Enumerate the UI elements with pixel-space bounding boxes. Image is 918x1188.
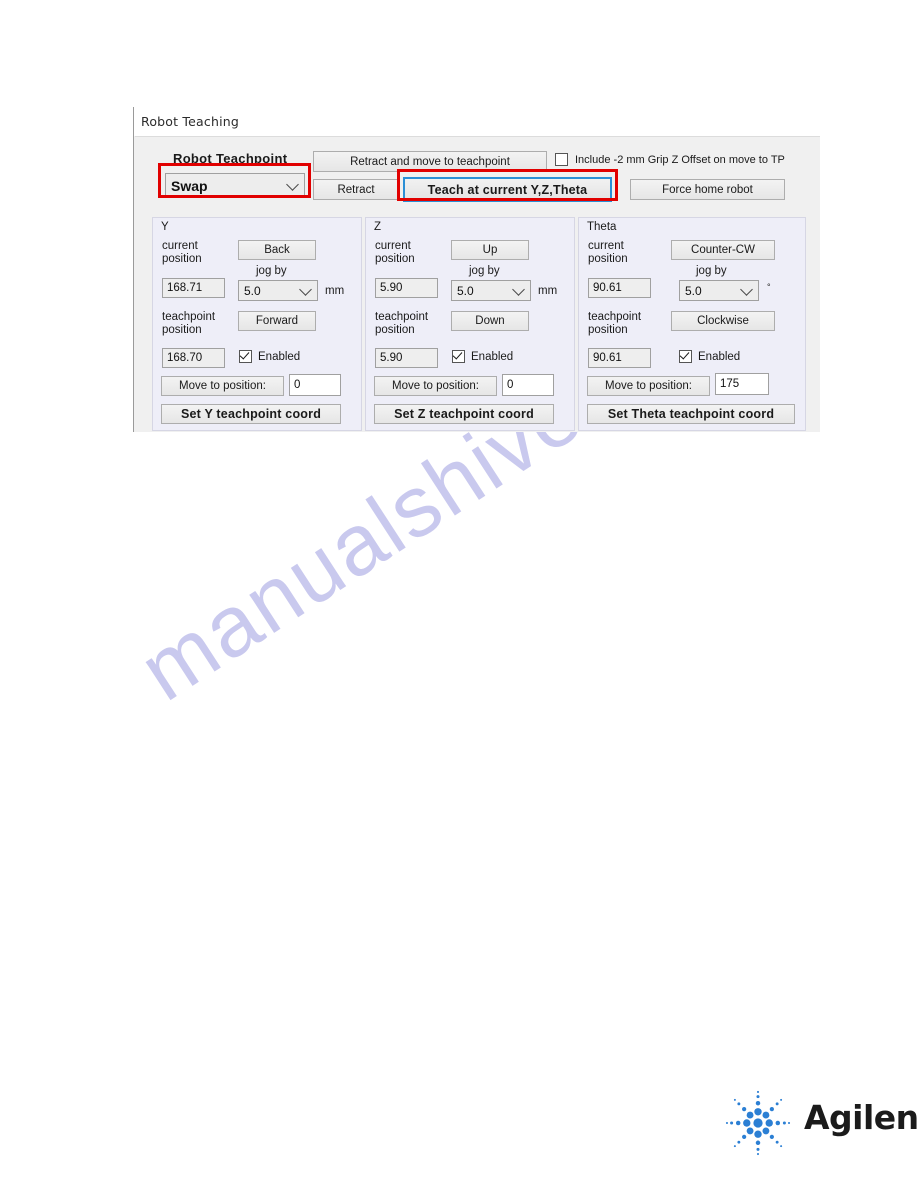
- jog-by-select-theta[interactable]: 5.0: [679, 280, 759, 301]
- retract-button[interactable]: Retract: [313, 179, 399, 200]
- axis-group-z: Z current position 5.90 teachpoint positio…: [365, 217, 575, 431]
- jog-unit-y: mm: [325, 285, 345, 297]
- jog-by-label-z: jog by: [469, 265, 500, 277]
- jog-negative-button-y[interactable]: Forward: [238, 311, 316, 331]
- axis-group-label-z: Z: [374, 221, 382, 233]
- move-to-position-input-theta[interactable]: 175: [715, 373, 769, 395]
- chevron-down-icon: [512, 282, 525, 296]
- grip-z-offset-checkbox[interactable]: [555, 153, 568, 166]
- teachpoint-position-value-theta: 90.61: [588, 348, 651, 368]
- current-position-value-y: 168.71: [162, 278, 225, 298]
- axis-group-label-y: Y: [161, 221, 169, 233]
- enabled-checkbox-y[interactable]: [239, 349, 252, 363]
- check-icon: [452, 349, 463, 360]
- jog-by-select-z[interactable]: 5.0: [451, 280, 531, 301]
- move-to-position-button-y[interactable]: Move to position:: [161, 376, 284, 396]
- teachpoint-position-label-theta: teachpoint position: [588, 311, 642, 336]
- chevron-down-icon: [299, 282, 312, 296]
- axis-group-y: Y current position 168.71 teachpoint posit…: [152, 217, 362, 431]
- enabled-checkbox-theta[interactable]: [679, 349, 692, 363]
- enabled-checkbox-z[interactable]: [452, 349, 465, 363]
- dialog-title-bar: Robot Teaching: [134, 107, 820, 136]
- jog-positive-button-y[interactable]: Back: [238, 240, 316, 260]
- robot-teachpoint-label: Robot Teachpoint: [173, 151, 288, 166]
- move-to-position-button-z[interactable]: Move to position:: [374, 376, 497, 396]
- teachpoint-position-value-z: 5.90: [375, 348, 438, 368]
- robot-teachpoint-selected-value: Swap: [171, 177, 208, 194]
- agilent-logo: Agilent: [712, 1090, 918, 1156]
- set-teachpoint-coord-button-z[interactable]: Set Z teachpoint coord: [374, 404, 554, 424]
- jog-positive-button-theta[interactable]: Counter-CW: [671, 240, 775, 260]
- axis-group-theta: Theta current position 90.61 teachpoint po…: [578, 217, 806, 431]
- chevron-down-icon: [740, 282, 753, 296]
- jog-negative-button-z[interactable]: Down: [451, 311, 529, 331]
- enabled-label-y: Enabled: [258, 351, 301, 363]
- grip-z-offset-label: Include -2 mm Grip Z Offset on move to T…: [575, 154, 785, 166]
- current-position-label-theta: current position: [588, 240, 628, 265]
- check-icon: [679, 349, 690, 360]
- current-position-value-z: 5.90: [375, 278, 438, 298]
- check-icon: [239, 349, 250, 360]
- jog-by-value-theta: 5.0: [685, 283, 702, 298]
- agilent-wordmark: Agilent: [804, 1098, 918, 1137]
- jog-positive-button-z[interactable]: Up: [451, 240, 529, 260]
- teachpoint-position-label-z: teachpoint position: [375, 311, 429, 336]
- jog-unit-theta: °: [767, 282, 771, 292]
- current-position-value-theta: 90.61: [588, 278, 651, 298]
- set-teachpoint-coord-button-theta[interactable]: Set Theta teachpoint coord: [587, 404, 795, 424]
- axis-group-label-theta: Theta: [587, 221, 617, 233]
- current-position-label-z: current position: [375, 240, 415, 265]
- retract-and-move-to-teachpoint-button[interactable]: Retract and move to teachpoint: [313, 151, 547, 172]
- jog-by-value-z: 5.0: [457, 283, 474, 298]
- enabled-label-theta: Enabled: [698, 351, 741, 363]
- jog-by-label-y: jog by: [256, 265, 287, 277]
- set-teachpoint-coord-button-y[interactable]: Set Y teachpoint coord: [161, 404, 341, 424]
- jog-by-label-theta: jog by: [696, 265, 727, 277]
- dialog-title: Robot Teaching: [141, 114, 240, 129]
- teachpoint-position-label-y: teachpoint position: [162, 311, 216, 336]
- move-to-position-button-theta[interactable]: Move to position:: [587, 376, 710, 396]
- jog-by-value-y: 5.0: [244, 283, 261, 298]
- chevron-down-icon: [286, 177, 299, 191]
- robot-teaching-dialog: Robot Teaching Robot Teachpoint Swap Ret…: [133, 107, 820, 432]
- enabled-label-z: Enabled: [471, 351, 514, 363]
- move-to-position-input-z[interactable]: 0: [502, 374, 554, 396]
- move-to-position-input-y[interactable]: 0: [289, 374, 341, 396]
- jog-by-select-y[interactable]: 5.0: [238, 280, 318, 301]
- teach-at-current-button[interactable]: Teach at current Y,Z,Theta: [403, 177, 612, 202]
- agilent-starburst-icon: [725, 1090, 791, 1156]
- dialog-client-area: Robot Teachpoint Swap Retract and move t…: [135, 136, 820, 432]
- jog-negative-button-theta[interactable]: Clockwise: [671, 311, 775, 331]
- teachpoint-position-value-y: 168.70: [162, 348, 225, 368]
- robot-teachpoint-select[interactable]: Swap: [165, 173, 305, 198]
- current-position-label-y: current position: [162, 240, 202, 265]
- jog-unit-z: mm: [538, 285, 558, 297]
- force-home-robot-button[interactable]: Force home robot: [630, 179, 785, 200]
